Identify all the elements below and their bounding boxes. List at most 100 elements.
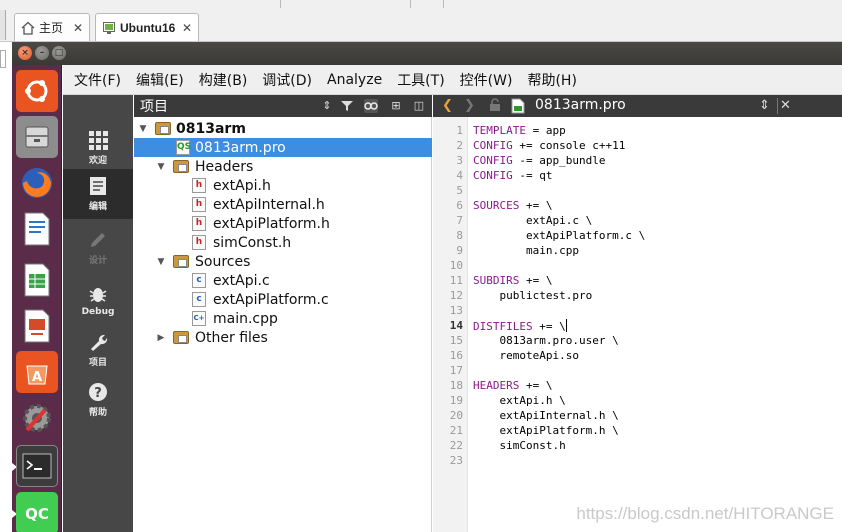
folder-icon (173, 255, 189, 268)
files-icon[interactable] (16, 116, 58, 158)
host-tab-ubuntu[interactable]: Ubuntu16 ✕ (95, 13, 199, 41)
line-number: 6 (456, 199, 463, 212)
tree-item-file[interactable]: h extApiPlatform.h (134, 214, 432, 233)
code-text: -= qt (512, 169, 553, 182)
menu-widgets[interactable]: 控件(W) (460, 70, 513, 90)
mode-help[interactable]: ? 帮助 (63, 375, 133, 425)
code-keyword: SOURCES (473, 199, 520, 212)
line-number: 18 (449, 379, 463, 392)
link-sync-icon[interactable] (364, 99, 378, 113)
mode-edit[interactable]: 编辑 (63, 169, 133, 219)
folder-icon (173, 160, 189, 173)
host-tab-home[interactable]: 主页 ✕ (14, 13, 90, 41)
menu-file[interactable]: 文件(F) (74, 70, 121, 90)
menu-debug[interactable]: 调试(D) (262, 70, 312, 90)
debug-bug-icon (89, 287, 107, 302)
system-settings-icon[interactable] (16, 397, 58, 439)
host-tab-home-label: 主页 (39, 21, 64, 35)
qtcreator-icon[interactable]: QC (16, 492, 58, 532)
mode-edit-label: 编辑 (88, 202, 107, 212)
projects-wrench-icon (91, 334, 108, 351)
host-panel-edge (0, 10, 6, 40)
nav-forward-icon[interactable]: ❯ (464, 98, 475, 113)
tree-item-label: main.cpp (213, 310, 278, 327)
tree-item-project[interactable]: ▼ 0813arm (134, 119, 432, 138)
line-number: 5 (456, 184, 463, 197)
mode-welcome[interactable]: 欢迎 (63, 123, 133, 173)
line-number: 1 (456, 124, 463, 137)
close-icon[interactable]: ✕ (73, 21, 83, 35)
collapse-arrow-icon[interactable]: ▶ (156, 333, 166, 343)
tree-item-label: extApiInternal.h (213, 196, 325, 213)
tree-item-file[interactable]: C+ main.cpp (134, 309, 432, 328)
svg-text:QC: QC (25, 505, 49, 523)
line-number: 11 (449, 274, 463, 287)
line-number: 10 (449, 259, 463, 272)
code-text: extApiPlatform.h \ (473, 424, 619, 437)
menu-build[interactable]: 构建(B) (199, 70, 248, 90)
close-icon[interactable]: ✕ (182, 21, 192, 35)
ubuntu-dash-icon[interactable] (16, 70, 58, 112)
file-dropdown-icon[interactable]: ⇕ (759, 98, 770, 113)
writer-icon[interactable] (16, 208, 58, 250)
firefox-icon[interactable] (16, 162, 58, 204)
split-add-icon[interactable]: ⊞ (389, 99, 403, 113)
code-keyword: CONFIG (473, 154, 513, 167)
menu-help[interactable]: 帮助(H) (527, 70, 576, 90)
line-number: 17 (449, 364, 463, 377)
tree-item-file[interactable]: h extApi.h (134, 176, 432, 195)
close-document-icon[interactable]: ✕ (780, 98, 791, 113)
menu-analyze[interactable]: Analyze (327, 72, 382, 88)
editor-filename[interactable]: 0813arm.pro (535, 97, 626, 113)
line-number: 13 (449, 304, 463, 317)
window-maximize-button[interactable]: □ (52, 46, 66, 60)
filter-icon[interactable] (340, 99, 354, 113)
code-line: HEADERS += \ (473, 379, 552, 392)
svg-text:A: A (32, 370, 42, 385)
line-number: 9 (456, 244, 463, 257)
window-close-button[interactable]: × (18, 46, 32, 60)
tree-item-label: simConst.h (213, 234, 292, 251)
menu-edit[interactable]: 编辑(E) (136, 70, 184, 90)
menu-tools[interactable]: 工具(T) (397, 70, 444, 90)
tree-item-pro-file[interactable]: QS 0813arm.pro (134, 138, 432, 157)
expand-arrow-icon[interactable]: ▼ (156, 162, 166, 172)
tree-item-label: extApi.c (213, 272, 270, 289)
line-number: 8 (456, 229, 463, 242)
mode-debug[interactable]: Debug (63, 275, 133, 325)
expand-arrow-icon[interactable]: ▼ (156, 257, 166, 267)
project-pane-header: 项目 ⇕ ⊞ ◫ (134, 95, 432, 117)
code-line: SUBDIRS += \ (473, 274, 552, 287)
code-line: 0813arm.pro.user \ (473, 334, 618, 347)
mode-sidebar: 欢迎 编辑 设计 Debug 项目 ? 帮助 (63, 95, 133, 532)
tree-item-file[interactable]: h simConst.h (134, 233, 432, 252)
window-minimize-button[interactable]: – (35, 46, 49, 60)
line-number: 20 (449, 409, 463, 422)
code-text: extApi.c \ (473, 214, 593, 227)
tree-item-file[interactable]: c extApi.c (134, 271, 432, 290)
code-line: main.cpp (473, 244, 579, 257)
expand-arrow-icon[interactable]: ▼ (138, 124, 148, 134)
code-text: extApiPlatform.c \ (473, 229, 646, 242)
software-center-icon[interactable]: A (16, 351, 58, 393)
design-pencil-icon (91, 233, 105, 247)
nav-back-icon[interactable]: ❮ (442, 98, 453, 113)
calc-icon[interactable] (16, 259, 58, 301)
code-line: publictest.pro (473, 289, 592, 302)
tree-item-other-files[interactable]: ▶ Other files (134, 328, 432, 347)
tree-item-file[interactable]: c extApiPlatform.c (134, 290, 432, 309)
mode-projects[interactable]: 项目 (63, 325, 133, 375)
tree-item-headers[interactable]: ▼ Headers (134, 157, 432, 176)
sort-updown-icon[interactable]: ⇕ (320, 99, 334, 113)
terminal-icon[interactable] (16, 445, 58, 487)
text-caret (565, 319, 567, 332)
tree-item-sources[interactable]: ▼ Sources (134, 252, 432, 271)
code-keyword: HEADERS (473, 379, 520, 392)
editor-toolbar: ❮ ❯ 0813arm.pro ⇕ ✕ (433, 95, 842, 117)
tree-item-file[interactable]: h extApiInternal.h (134, 195, 432, 214)
header-file-icon: h (192, 197, 206, 212)
close-pane-icon[interactable]: ◫ (412, 99, 426, 113)
tree-item-label: Sources (195, 253, 251, 270)
impress-icon[interactable] (16, 305, 58, 347)
code-editor[interactable]: TEMPLATE = app CONFIG += console c++11 CON… (469, 117, 842, 532)
